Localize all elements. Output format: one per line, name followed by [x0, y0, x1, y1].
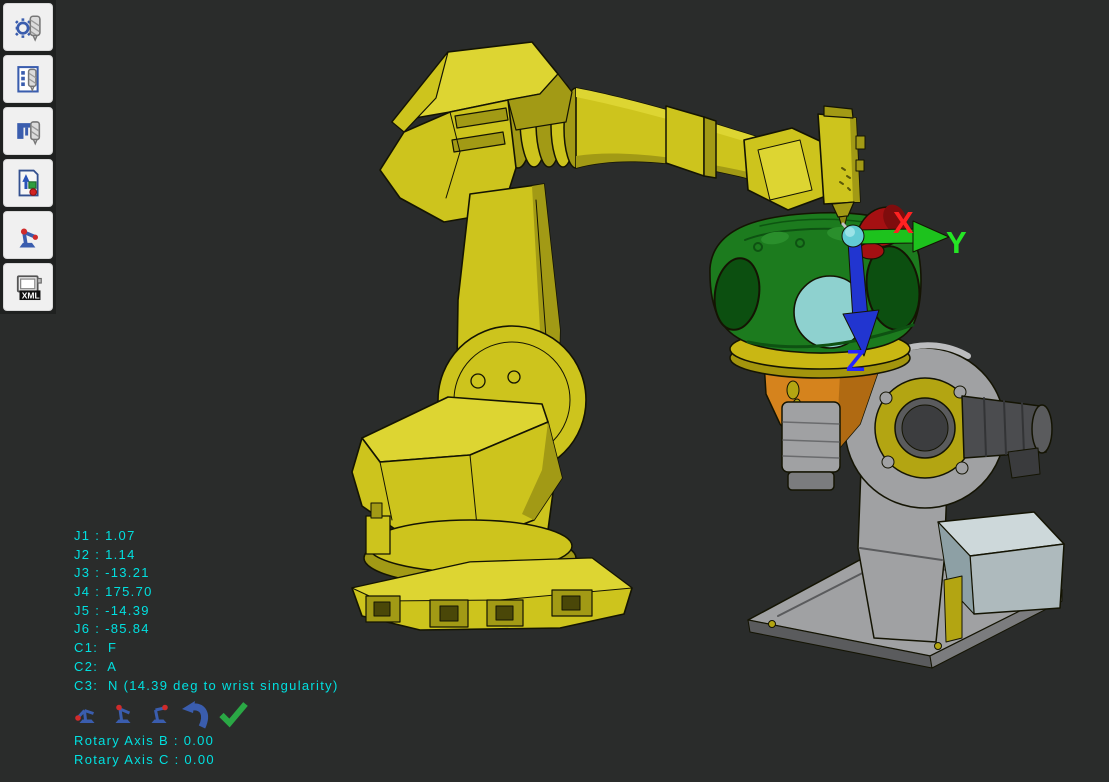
export-document-icon [11, 166, 45, 200]
joint-row: J3 : -13.21 [74, 564, 339, 583]
joint-status-overlay: J1 : 1.07 J2 : 1.14 J3 : -13.21 J4 : 175… [74, 527, 339, 695]
tool-list-button[interactable] [3, 55, 53, 103]
ring-notch [880, 392, 892, 404]
j2-bolt [471, 374, 485, 388]
rotary-axis-overlay: Rotary Axis B : 0.00 Rotary Axis C : 0.0… [74, 732, 215, 769]
cone-detail [787, 381, 799, 399]
joint-row: J5 : -14.39 [74, 602, 339, 621]
robot-arm-icon [11, 218, 45, 252]
tool-setup-button[interactable] [3, 3, 53, 51]
base-screw [769, 621, 776, 628]
toolbar: XML [3, 3, 53, 311]
z-axis-label: Z [846, 343, 865, 378]
undo-icon[interactable] [178, 699, 214, 729]
table-motor-cap [788, 472, 834, 490]
joint-row: J2 : 1.14 [74, 546, 339, 565]
rotary-row: Rotary Axis B : 0.00 [74, 732, 215, 751]
svg-text:XML: XML [22, 290, 40, 300]
tcp-sphere-highlight [845, 227, 855, 237]
joint-row: J1 : 1.07 [74, 527, 339, 546]
config-row: C1: F [74, 639, 339, 658]
confirm-check-icon[interactable] [217, 699, 250, 729]
xml-export-button[interactable]: XML [3, 263, 53, 311]
measure-tool-button[interactable] [3, 107, 53, 155]
y-axis-arrowhead[interactable] [913, 221, 949, 252]
joint-row: J6 : -85.84 [74, 620, 339, 639]
control-box-front [970, 544, 1064, 614]
trunnion-bore-inner [902, 405, 948, 451]
export-document-button[interactable] [3, 159, 53, 207]
base-screw [935, 643, 942, 650]
xml-machine-icon: XML [11, 270, 45, 304]
robot-config-3-icon[interactable] [142, 700, 175, 728]
config-row: C3: N (14.39 deg to wrist singularity) [74, 677, 339, 696]
joint-row: J4 : 175.70 [74, 583, 339, 602]
spindle-knob [856, 160, 864, 171]
robot-config-1-icon[interactable] [70, 700, 103, 728]
turntable-block [366, 516, 390, 554]
robot-button[interactable] [3, 211, 53, 259]
y-axis-label: Y [946, 225, 967, 260]
ring-notch [956, 462, 968, 474]
spindle-top-cap [824, 106, 853, 118]
motor-connector [1008, 448, 1040, 478]
ring-notch [882, 456, 894, 468]
3d-viewport[interactable]: X Y Z [0, 0, 1109, 782]
forearm-collar-band [704, 117, 716, 178]
spindle-knob [856, 136, 865, 149]
document-tool-icon [11, 62, 45, 96]
table-motor [782, 402, 840, 472]
j2-bolt [508, 371, 520, 383]
config-row: C2: A [74, 658, 339, 677]
gear-tool-icon [11, 10, 45, 44]
forearm-collar [666, 106, 704, 176]
x-axis-label: X [893, 205, 914, 240]
rotary-row: Rotary Axis C : 0.00 [74, 751, 215, 770]
robot-config-2-icon[interactable] [106, 700, 139, 728]
box-yellow-strip [944, 576, 962, 642]
motor-endcap [1032, 405, 1052, 453]
turntable-bolt [371, 503, 382, 518]
caliper-measure-icon [11, 114, 45, 148]
config-action-row [70, 699, 250, 729]
